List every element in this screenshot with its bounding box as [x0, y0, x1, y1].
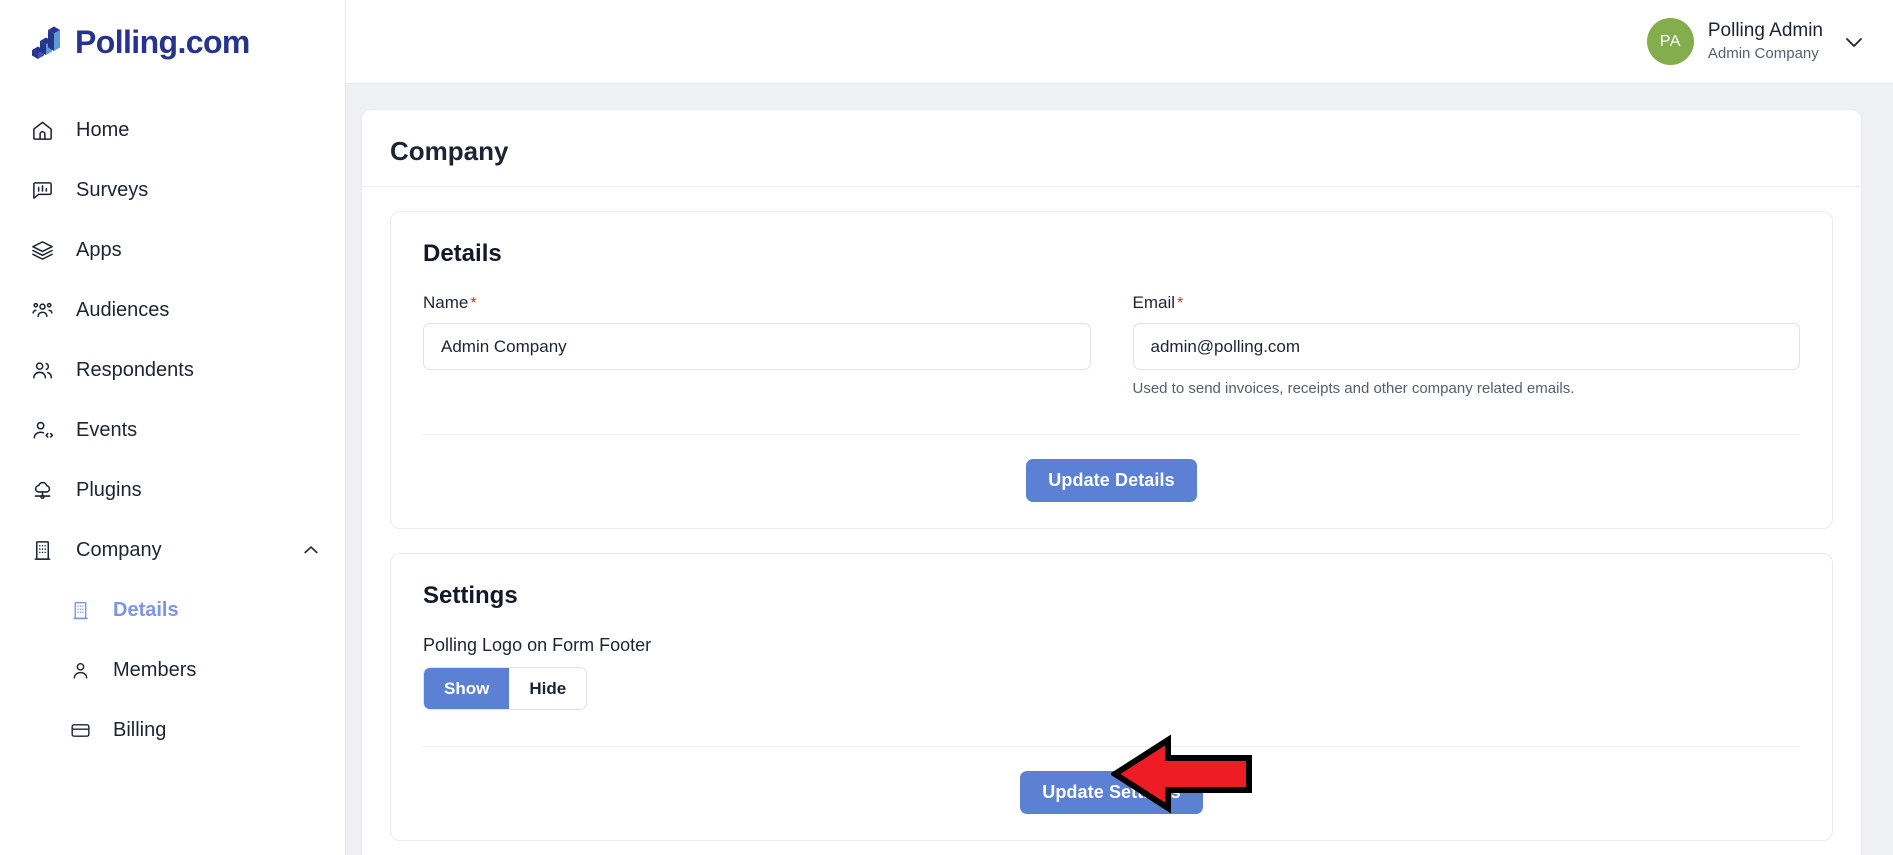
company-page-card: Company Details Name* Emai — [362, 110, 1861, 855]
sidebar: Polling.com Home Surveys Apps Audiences … — [0, 0, 346, 855]
sidebar-subitem-label: Billing — [113, 719, 167, 741]
update-settings-button[interactable]: Update Settings — [1020, 771, 1203, 814]
logo-footer-setting: Polling Logo on Form Footer Show Hide — [423, 636, 651, 710]
survey-chart-bubble-icon — [30, 178, 54, 202]
brand-name: Polling.com — [75, 24, 250, 60]
users-group-icon — [30, 298, 54, 322]
layers-icon — [30, 238, 54, 262]
details-actions: Update Details — [423, 435, 1800, 502]
chevron-up-icon[interactable] — [301, 540, 321, 560]
sidebar-item-audiences[interactable]: Audiences — [0, 280, 345, 340]
page-title: Company — [362, 110, 1861, 187]
user-meta: Polling Admin Admin Company — [1707, 19, 1823, 62]
email-label: Email * — [1133, 294, 1801, 312]
details-section-title: Details — [423, 240, 502, 267]
sidebar-item-label: Events — [76, 419, 138, 441]
sidebar-subitem-label: Details — [113, 599, 179, 621]
sidebar-item-details[interactable]: Details — [0, 580, 345, 640]
plug-cloud-icon — [30, 478, 54, 502]
settings-card: Settings Polling Logo on Form Footer Sho… — [390, 553, 1833, 841]
sidebar-item-home[interactable]: Home — [0, 100, 345, 160]
building-icon — [68, 598, 92, 622]
person-icon — [68, 658, 92, 682]
sidebar-item-label: Apps — [76, 239, 122, 261]
sidebar-item-label: Plugins — [76, 479, 142, 501]
sidebar-subitem-label: Members — [113, 659, 197, 681]
required-asterisk: * — [1177, 295, 1184, 312]
toggle-show-button[interactable]: Show — [424, 668, 510, 709]
company-email-input[interactable] — [1132, 323, 1800, 370]
sidebar-item-label: Respondents — [76, 359, 194, 381]
bar-chart-3d-icon — [30, 24, 64, 60]
content-area: PA Polling Admin Admin Company Company D… — [346, 0, 1893, 855]
primary-navigation: Home Surveys Apps Audiences Respondents … — [0, 84, 345, 760]
brand-logo[interactable]: Polling.com — [0, 0, 345, 84]
email-field-group: Email* Used to send invoices, receipts a… — [1132, 294, 1801, 398]
sidebar-item-company[interactable]: Company — [0, 520, 345, 580]
app-root: Polling.com Home Surveys Apps Audiences … — [0, 0, 1893, 855]
chevron-down-icon[interactable] — [1841, 29, 1867, 55]
user-organization: Admin Company — [1707, 44, 1819, 62]
settings-section-title: Settings — [423, 582, 518, 609]
logo-footer-toggle-group: Show Hide — [423, 667, 588, 710]
name-label: Name * — [423, 294, 1091, 312]
user-name: Polling Admin — [1707, 19, 1823, 41]
company-name-input[interactable] — [423, 323, 1091, 370]
top-bar: PA Polling Admin Admin Company — [346, 0, 1893, 84]
toggle-hide-button[interactable]: Hide — [509, 668, 587, 709]
required-asterisk: * — [470, 295, 477, 312]
sidebar-item-label: Surveys — [76, 179, 149, 201]
main-scroll-region: Company Details Name* Emai — [346, 84, 1893, 855]
sidebar-item-plugins[interactable]: Plugins — [0, 460, 345, 520]
user-menu[interactable]: PA Polling Admin Admin Company — [1639, 12, 1871, 71]
name-field-group: Name * — [423, 294, 1091, 398]
sidebar-item-label: Audiences — [76, 299, 170, 321]
avatar: PA — [1646, 18, 1694, 65]
update-details-button[interactable]: Update Details — [1026, 459, 1197, 502]
sidebar-item-apps[interactable]: Apps — [0, 220, 345, 280]
sidebar-item-surveys[interactable]: Surveys — [0, 160, 345, 220]
two-users-icon — [30, 358, 54, 382]
sidebar-item-respondents[interactable]: Respondents — [0, 340, 345, 400]
email-hint: Used to send invoices, receipts and othe… — [1132, 380, 1575, 397]
settings-row: Polling Logo on Form Footer Show Hide — [423, 636, 1800, 710]
settings-actions: Update Settings — [423, 747, 1800, 814]
sidebar-item-billing[interactable]: Billing — [0, 700, 345, 760]
sidebar-item-label: Home — [76, 119, 130, 141]
credit-card-icon — [68, 718, 92, 742]
sidebar-item-label: Company — [76, 539, 162, 561]
name-label-text: Name — [423, 293, 469, 312]
home-icon — [30, 118, 54, 142]
logo-footer-label: Polling Logo on Form Footer — [423, 635, 652, 655]
details-field-grid: Name* Email* Used to send invoices, rece… — [423, 294, 1800, 398]
email-label-text: Email — [1132, 293, 1176, 312]
user-code-icon — [30, 418, 54, 442]
details-card: Details Name* Email* — [390, 211, 1833, 529]
sidebar-item-members[interactable]: Members — [0, 640, 345, 700]
sidebar-item-events[interactable]: Events — [0, 400, 345, 460]
building-icon — [30, 538, 54, 562]
